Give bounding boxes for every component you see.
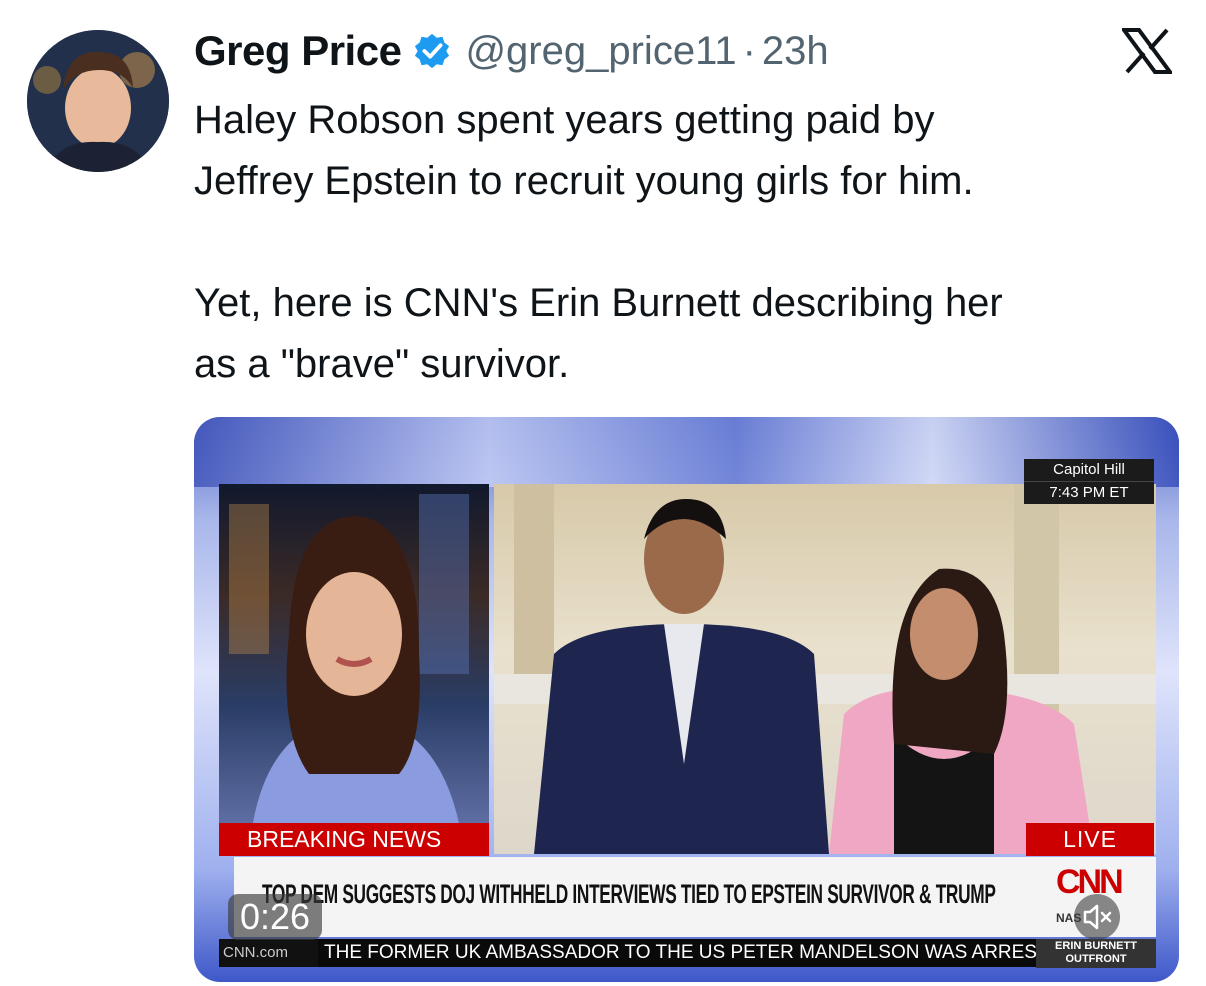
verified-badge-icon (415, 33, 450, 69)
tweet-line: Jeffrey Epstein to recruit young girls f… (194, 159, 974, 203)
author-handle[interactable]: @greg_price11 (465, 29, 736, 74)
location-clock-box: Capitol Hill 7:43 PM ET (1024, 459, 1154, 504)
video-player[interactable]: Capitol Hill 7:43 PM ET BREAKING NEWS LI… (194, 417, 1179, 982)
separator-dot: · (742, 28, 756, 73)
tweet-line: Yet, here is CNN's Erin Burnett describi… (194, 281, 1003, 325)
show-name: ERIN BURNETT OUTFRONT (1036, 939, 1156, 968)
author-name[interactable]: Greg Price (194, 27, 402, 75)
live-label: LIVE (1026, 823, 1154, 856)
video-timestamp: 0:26 (228, 894, 323, 940)
clock-label: 7:43 PM ET (1024, 481, 1154, 504)
mute-button[interactable] (1074, 894, 1120, 940)
show-name-line: OUTFRONT (1065, 953, 1127, 965)
chyron: TOP DEM SUGGESTS DOJ WITHHELD INTERVIEWS… (234, 857, 1156, 937)
site-label: CNN.com (219, 939, 318, 967)
anchor-video-panel (219, 484, 489, 854)
x-logo-icon[interactable] (1122, 28, 1172, 74)
news-ticker: CNN.com THE FORMER UK AMBASSADOR TO THE … (219, 939, 1156, 968)
tweet-line: as a "brave" survivor. (194, 342, 570, 386)
tweet-header: Greg Price @greg_price11 · 23h (194, 22, 829, 80)
guest-video-panel (494, 484, 1156, 854)
author-avatar[interactable] (27, 30, 169, 172)
breaking-news-label: BREAKING NEWS (219, 823, 489, 856)
tweet-line: Haley Robson spent years getting paid by (194, 98, 935, 142)
show-name-line: ERIN BURNETT (1055, 940, 1137, 952)
speaker-muted-icon (1083, 904, 1112, 930)
ticker-text: THE FORMER UK AMBASSADOR TO THE US PETER… (324, 942, 1049, 963)
chyron-headline: TOP DEM SUGGESTS DOJ WITHHELD INTERVIEWS… (262, 879, 996, 909)
tweet-timestamp[interactable]: 23h (762, 29, 829, 74)
location-label: Capitol Hill (1053, 461, 1125, 478)
tweet-body: Haley Robson spent years getting paid by… (194, 90, 1184, 395)
